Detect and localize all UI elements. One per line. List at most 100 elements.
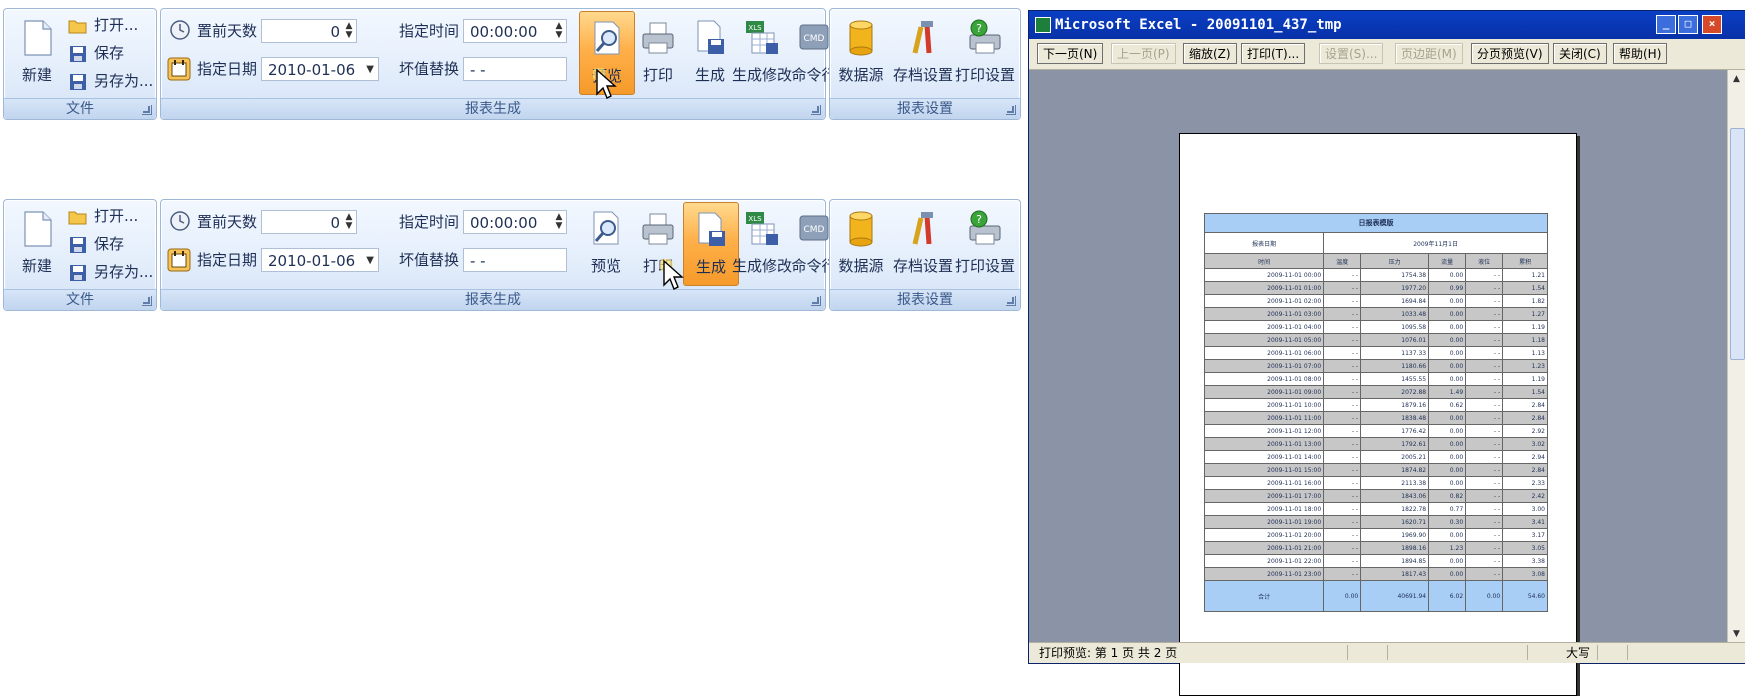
open-button[interactable]: 打开... bbox=[68, 204, 138, 228]
clock-icon[interactable] bbox=[168, 18, 192, 42]
save-as-button[interactable]: 另存为... bbox=[68, 69, 153, 93]
vertical-scrollbar[interactable]: ▲ ▼ bbox=[1727, 70, 1745, 643]
print-toolbar-button[interactable]: 打印(T)... bbox=[1241, 43, 1306, 64]
days-input[interactable]: 0 ▲ ▼ bbox=[261, 19, 357, 43]
table-row: 2009-11-01 05:00- -1076.01 0.00- -1.18 bbox=[1203, 333, 1548, 347]
folder-icon bbox=[68, 211, 87, 224]
table-cell: - - bbox=[1323, 372, 1362, 386]
table-cell: 1.23 bbox=[1428, 541, 1467, 555]
bad-value: - - bbox=[470, 61, 486, 79]
open-button[interactable]: 打开... bbox=[68, 13, 138, 37]
date-picker[interactable]: 2010-01-06 ▼ bbox=[261, 248, 379, 272]
bad-value-input[interactable]: - - bbox=[463, 57, 567, 81]
settings-group-launcher[interactable] bbox=[1006, 105, 1016, 115]
margins-button[interactable]: 页边距(M) bbox=[1395, 43, 1463, 64]
calendar-icon[interactable] bbox=[167, 57, 191, 81]
print-settings-button[interactable]: ? 打印设置 bbox=[955, 202, 1015, 284]
table-cell: 0.62 bbox=[1428, 398, 1467, 412]
time-input[interactable]: 00:00:00 ▲ ▼ bbox=[463, 19, 567, 43]
table-cell: 1.54 bbox=[1502, 385, 1548, 399]
report-group-title: 报表生成 bbox=[161, 289, 825, 310]
table-cell: 0.00 bbox=[1428, 333, 1467, 347]
time-spinner[interactable]: ▲ ▼ bbox=[554, 22, 564, 42]
table-cell: 2005.21 bbox=[1360, 450, 1430, 464]
close-icon[interactable]: × bbox=[1702, 15, 1722, 34]
new-button[interactable]: 新建 bbox=[10, 11, 64, 93]
table-cell: - - bbox=[1465, 450, 1504, 464]
zoom-button[interactable]: 缩放(Z) bbox=[1183, 43, 1237, 64]
bad-value-input[interactable]: - - bbox=[463, 248, 567, 272]
table-cell: 3.08 bbox=[1502, 567, 1548, 581]
print-settings-button[interactable]: ? 打印设置 bbox=[955, 11, 1015, 93]
table-cell: 2009-11-01 14:00 bbox=[1203, 450, 1325, 464]
file-group-launcher[interactable] bbox=[142, 296, 152, 306]
maximize-icon[interactable]: □ bbox=[1678, 15, 1698, 34]
new-document-icon bbox=[24, 20, 52, 56]
archive-settings-button[interactable]: 存档设置 bbox=[893, 11, 953, 93]
report-header-cell: 累积 bbox=[1502, 253, 1548, 269]
report-group: 置前天数 0 ▲ ▼ 指定日期 2010-01-06 ▼ 指定时间 00:00:0… bbox=[160, 199, 837, 311]
new-label: 新建 bbox=[21, 257, 52, 275]
scroll-thumb[interactable] bbox=[1730, 128, 1745, 360]
help-button[interactable]: 帮助(H) bbox=[1613, 43, 1668, 64]
sum-row: 合计 0.00 40691.94 6.02 0.00 54.60 bbox=[1203, 580, 1548, 612]
excel-title-bar[interactable]: Microsoft Excel - 20091101_437_tmp _ □ × bbox=[1029, 11, 1745, 39]
save-button[interactable]: 保存 bbox=[68, 232, 124, 256]
new-button[interactable]: 新建 bbox=[10, 202, 64, 284]
table-cell: - - bbox=[1323, 346, 1362, 360]
setup-button[interactable]: 设置(S)... bbox=[1319, 43, 1384, 64]
days-value: 0 bbox=[330, 214, 340, 232]
table-cell: - - bbox=[1323, 541, 1362, 555]
table-cell: - - bbox=[1323, 294, 1362, 308]
days-input[interactable]: 0 ▲ ▼ bbox=[261, 210, 357, 234]
next-page-button[interactable]: 下一页(N) bbox=[1037, 43, 1104, 64]
table-cell: - - bbox=[1465, 411, 1504, 425]
table-cell: 2009-11-01 03:00 bbox=[1203, 307, 1325, 321]
table-cell: 2009-11-01 04:00 bbox=[1203, 320, 1325, 334]
calendar-icon[interactable] bbox=[167, 248, 191, 272]
chevron-down-icon[interactable]: ▼ bbox=[366, 58, 374, 80]
report-group-launcher[interactable] bbox=[811, 296, 821, 306]
scroll-down-icon[interactable]: ▼ bbox=[1730, 627, 1743, 641]
magnifier-icon bbox=[594, 21, 620, 55]
report-group-launcher[interactable] bbox=[811, 105, 821, 115]
table-cell: 2009-11-01 16:00 bbox=[1203, 476, 1325, 490]
chevron-down-icon[interactable]: ▼ bbox=[366, 249, 374, 271]
generate-document-icon bbox=[698, 212, 725, 246]
save-button[interactable]: 保存 bbox=[68, 41, 124, 65]
print-settings-label: 打印设置 bbox=[954, 257, 1015, 275]
settings-group-launcher[interactable] bbox=[1006, 296, 1016, 306]
table-cell: 0.99 bbox=[1428, 281, 1467, 295]
archive-settings-label: 存档设置 bbox=[892, 257, 953, 275]
days-spinner[interactable]: ▲ ▼ bbox=[344, 213, 354, 233]
excel-title: Microsoft Excel - 20091101_437_tmp bbox=[1055, 17, 1342, 33]
time-input[interactable]: 00:00:00 ▲ ▼ bbox=[463, 210, 567, 234]
save-as-button[interactable]: 另存为... bbox=[68, 260, 153, 284]
table-cell: - - bbox=[1465, 515, 1504, 529]
days-spinner[interactable]: ▲ ▼ bbox=[344, 22, 354, 42]
svg-text:?: ? bbox=[976, 22, 982, 35]
file-group-title: 文件 bbox=[4, 289, 156, 310]
datasource-button[interactable]: 数据源 bbox=[834, 202, 888, 284]
clock-icon[interactable] bbox=[168, 209, 192, 233]
file-group-launcher[interactable] bbox=[142, 105, 152, 115]
time-spinner[interactable]: ▲ ▼ bbox=[554, 213, 564, 233]
page-break-preview-button[interactable]: 分页预览(V) bbox=[1471, 43, 1549, 64]
sum-cell: 0.00 bbox=[1323, 580, 1362, 612]
close-preview-button[interactable]: 关闭(C) bbox=[1553, 43, 1607, 64]
table-cell: - - bbox=[1323, 450, 1362, 464]
prev-page-button[interactable]: 上一页(P) bbox=[1111, 43, 1176, 64]
date-picker[interactable]: 2010-01-06 ▼ bbox=[261, 57, 379, 81]
scroll-up-icon[interactable]: ▲ bbox=[1730, 72, 1743, 86]
minimize-icon[interactable]: _ bbox=[1656, 15, 1676, 34]
time-label: 指定时间 bbox=[399, 22, 460, 40]
printer-icon bbox=[642, 213, 674, 245]
table-cell: 1792.61 bbox=[1360, 437, 1430, 451]
archive-settings-button[interactable]: 存档设置 bbox=[893, 202, 953, 284]
table-cell: - - bbox=[1323, 268, 1362, 282]
table-row: 2009-11-01 01:00- -1977.20 0.99- -1.54 bbox=[1203, 281, 1548, 295]
table-row: 2009-11-01 14:00- -2005.21 0.00- -2.94 bbox=[1203, 450, 1548, 464]
table-cell: 1.13 bbox=[1502, 346, 1548, 360]
datasource-button[interactable]: 数据源 bbox=[834, 11, 888, 93]
table-cell: - - bbox=[1465, 424, 1504, 438]
